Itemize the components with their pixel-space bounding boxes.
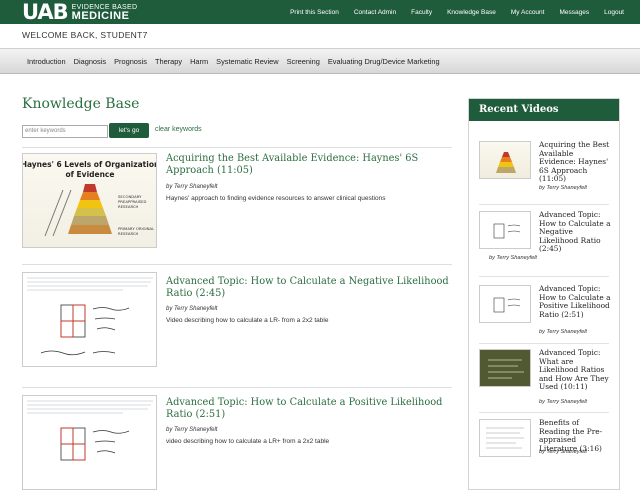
nav-logout[interactable]: Logout xyxy=(604,9,624,16)
pyramid-label: RESEARCH xyxy=(118,231,139,236)
main-nav-evaluating-drug-device[interactable]: Evaluating Drug/Device Marketing xyxy=(328,57,440,66)
main-nav-therapy[interactable]: Therapy xyxy=(155,57,182,66)
sidebar-title: Recent Videos xyxy=(469,99,619,121)
pyramid-level xyxy=(80,192,100,200)
handwriting-scribble xyxy=(92,307,130,331)
pyramid-level xyxy=(83,184,97,192)
recent-video-thumbnail[interactable] xyxy=(479,419,531,457)
recent-video-title[interactable]: Advanced Topic: How to Calculate a Negat… xyxy=(539,210,611,254)
search-input[interactable]: enter keywords xyxy=(22,125,108,138)
item-description: Video describing how to calculate a LR- … xyxy=(166,317,329,324)
handwritten-table-image xyxy=(27,400,153,461)
video-thumbnail[interactable]: Haynes' 6 Levels of Organization of Evid… xyxy=(22,153,157,248)
main-nav-diagnosis[interactable]: Diagnosis xyxy=(74,57,106,66)
logo-big-text: MEDICINE xyxy=(71,10,130,22)
logo-uab-text: UAB xyxy=(22,0,69,24)
pyramid-arrow xyxy=(44,189,64,237)
item-author: by Terry Shaneyfelt xyxy=(166,427,218,433)
video-thumbnail[interactable] xyxy=(22,395,157,490)
recent-videos-sidebar: Recent Videos Acquiring the Best Availab… xyxy=(468,98,620,490)
pyramid-level xyxy=(71,216,109,225)
mini-chalkboard-image xyxy=(488,359,524,379)
highlight-box xyxy=(60,427,74,445)
top-nav: Print this Section Contact Admin Faculty… xyxy=(275,0,624,24)
nav-faculty[interactable]: Faculty xyxy=(411,9,432,16)
top-bar: UAB EVIDENCE BASED MEDICINE Print this S… xyxy=(0,0,640,24)
item-title-link[interactable]: Advanced Topic: How to Calculate a Negat… xyxy=(166,276,456,300)
main-nav-harm[interactable]: Harm xyxy=(190,57,208,66)
recent-video-author: by Terry Shaneyfelt xyxy=(489,255,537,261)
item-title-link[interactable]: Acquiring the Best Available Evidence: H… xyxy=(166,153,456,177)
recent-video-thumbnail[interactable] xyxy=(479,349,531,387)
sidebar-separator xyxy=(479,343,609,344)
nav-contact-admin[interactable]: Contact Admin xyxy=(354,9,396,16)
main-nav-introduction[interactable]: Introduction xyxy=(27,57,66,66)
handwriting-scribble xyxy=(92,430,130,454)
welcome-message: WELCOME BACK, STUDENT7 xyxy=(22,30,148,40)
thumb-title-line1: Haynes' 6 Levels of Organization xyxy=(23,160,157,169)
recent-video-thumbnail[interactable] xyxy=(479,285,531,323)
divider xyxy=(22,147,452,148)
main-nav-screening[interactable]: Screening xyxy=(287,57,320,66)
highlight-box xyxy=(60,320,74,338)
item-description: Haynes' approach to finding evidence res… xyxy=(166,195,386,202)
recent-video-title[interactable]: Acquiring the Best Available Evidence: H… xyxy=(539,140,611,184)
highlight-box xyxy=(72,304,86,322)
recent-video-author: by Terry Shaneyfelt xyxy=(539,329,587,335)
highlight-box xyxy=(72,443,86,461)
pyramid-label: RESEARCH xyxy=(118,204,139,209)
pyramid-thumbnail-image: Haynes' 6 Levels of Organization of Evid… xyxy=(23,160,157,237)
uab-logo[interactable]: UAB EVIDENCE BASED MEDICINE xyxy=(22,1,137,23)
nav-print-section[interactable]: Print this Section xyxy=(290,9,339,16)
thumb-text-lines xyxy=(27,277,153,291)
divider xyxy=(22,387,452,388)
main-nav-prognosis[interactable]: Prognosis xyxy=(114,57,147,66)
mini-pyramid-image xyxy=(496,152,516,173)
mini-text-image xyxy=(486,427,524,449)
thumb-text-lines xyxy=(27,400,153,414)
handwritten-table-image xyxy=(27,277,153,356)
sidebar-separator xyxy=(479,276,609,277)
recent-video-thumbnail[interactable] xyxy=(479,141,531,179)
pyramid-level xyxy=(77,200,103,208)
mini-table-image xyxy=(493,297,521,313)
item-author: by Terry Shaneyfelt xyxy=(166,306,218,312)
pyramid-level xyxy=(68,225,112,234)
main-nav: Introduction Diagnosis Prognosis Therapy… xyxy=(0,48,640,74)
item-title-link[interactable]: Advanced Topic: How to Calculate a Posit… xyxy=(166,397,456,421)
pyramid-level xyxy=(74,208,106,216)
divider xyxy=(22,264,452,265)
item-author: by Terry Shaneyfelt xyxy=(166,184,218,190)
thumb-title-line2: of Evidence xyxy=(66,170,115,179)
sidebar-separator xyxy=(479,412,609,413)
main-nav-systematic-review[interactable]: Systematic Review xyxy=(216,57,278,66)
sidebar-separator xyxy=(479,204,609,205)
page-title: Knowledge Base xyxy=(22,96,140,112)
recent-video-author: by Terry Shaneyfelt xyxy=(539,449,587,455)
recent-video-author: by Terry Shaneyfelt xyxy=(539,399,587,405)
video-thumbnail[interactable] xyxy=(22,272,157,367)
pyramid-arrow xyxy=(52,189,72,237)
recent-video-thumbnail[interactable] xyxy=(479,211,531,249)
clear-keywords-link[interactable]: clear keywords xyxy=(155,126,202,133)
logo-subtitle: EVIDENCE BASED MEDICINE xyxy=(71,3,138,22)
handwriting-scribble xyxy=(40,350,116,356)
item-description: video describing how to calculate a LR+ … xyxy=(166,438,330,445)
mini-table-image xyxy=(493,223,521,239)
nav-messages[interactable]: Messages xyxy=(559,9,589,16)
recent-video-author: by Terry Shaneyfelt xyxy=(539,185,587,191)
recent-video-title[interactable]: Advanced Topic: What are Likelihood Rati… xyxy=(539,348,611,392)
nav-knowledge-base[interactable]: Knowledge Base xyxy=(447,9,496,16)
recent-video-title[interactable]: Advanced Topic: How to Calculate a Posit… xyxy=(539,284,611,319)
nav-my-account[interactable]: My Account xyxy=(511,9,545,16)
go-button[interactable]: let's go xyxy=(109,123,149,138)
